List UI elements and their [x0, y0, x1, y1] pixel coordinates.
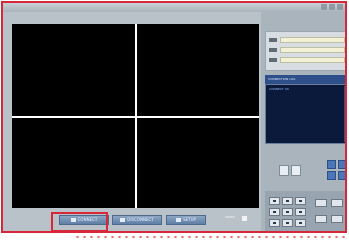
key-down-right[interactable] — [295, 219, 306, 227]
video-channel-2[interactable] — [137, 24, 259, 116]
dotted-leader — [74, 235, 349, 239]
direction-keypad — [265, 191, 345, 231]
key-right[interactable] — [295, 208, 306, 216]
zoom-in-button[interactable] — [279, 165, 289, 176]
stop-icon — [286, 211, 289, 213]
bottom-toolbar: CONNECT DISCONNECT SETUP — [12, 212, 259, 228]
maximize-icon[interactable] — [329, 4, 335, 10]
arrow-icon — [299, 211, 302, 213]
window-title — [103, 4, 163, 10]
arrow-icon — [299, 200, 302, 202]
grid-divider-horizontal — [12, 116, 259, 118]
preset-1-button[interactable] — [327, 160, 336, 169]
disconnect-button[interactable]: DISCONNECT — [112, 215, 162, 225]
key-down-left[interactable] — [269, 219, 280, 227]
setup-label: SETUP — [183, 217, 196, 222]
info-label-1 — [269, 38, 277, 42]
info-label-2 — [269, 48, 277, 52]
audio-checkbox[interactable] — [242, 216, 247, 221]
key-left[interactable] — [269, 208, 280, 216]
info-panel — [265, 31, 345, 71]
video-channel-1[interactable] — [12, 24, 135, 116]
disconnect-icon — [120, 218, 126, 222]
arrow-icon — [286, 222, 289, 224]
key-up-left[interactable] — [269, 197, 280, 205]
iris-button[interactable] — [331, 199, 343, 207]
log-list[interactable]: CONNECT OK — [265, 84, 345, 144]
arrow-icon — [273, 200, 276, 202]
arrow-icon — [273, 211, 276, 213]
info-field-2[interactable] — [280, 47, 345, 53]
video-channel-4[interactable] — [137, 118, 259, 208]
key-center[interactable] — [282, 208, 293, 216]
key-up-right[interactable] — [295, 197, 306, 205]
arrow-icon — [299, 222, 302, 224]
preset-3-button[interactable] — [327, 171, 336, 180]
ptz-controls — [265, 153, 345, 188]
key-down[interactable] — [282, 219, 293, 227]
focus-button[interactable] — [315, 199, 327, 207]
auto-button[interactable] — [331, 215, 343, 223]
info-label-3 — [269, 58, 277, 62]
info-field-3[interactable] — [280, 57, 345, 63]
zoom-out-button[interactable] — [291, 165, 301, 176]
preset-2-button[interactable] — [338, 160, 345, 169]
video-grid — [12, 24, 259, 208]
arrow-icon — [273, 222, 276, 224]
audio-label: AUDIO — [225, 215, 235, 219]
key-up[interactable] — [282, 197, 293, 205]
title-bar — [3, 3, 345, 12]
info-field-1[interactable] — [280, 37, 345, 43]
speed-button[interactable] — [315, 215, 327, 223]
highlight-box — [51, 212, 108, 232]
close-icon[interactable] — [337, 4, 343, 10]
log-header: CONNECTION LOG — [265, 75, 345, 84]
setup-icon — [176, 218, 182, 222]
log-scrollbar[interactable] — [344, 86, 345, 142]
video-channel-3[interactable] — [12, 118, 135, 208]
setup-button[interactable]: SETUP — [166, 215, 206, 225]
preset-4-button[interactable] — [338, 171, 345, 180]
app-window: CONNECT DISCONNECT SETUP AUDIO CONNECTIO… — [1, 1, 347, 233]
arrow-icon — [286, 200, 289, 202]
log-line: CONNECT OK — [269, 87, 290, 91]
minimize-icon[interactable] — [321, 4, 327, 10]
disconnect-label: DISCONNECT — [127, 217, 154, 222]
